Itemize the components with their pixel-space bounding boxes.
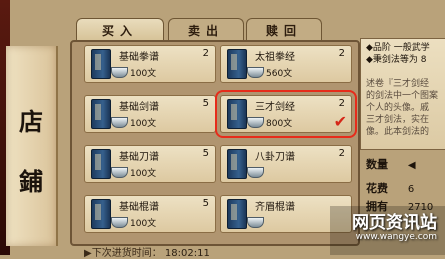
book-icon [91,99,111,129]
info-line: ◆品阶 一般武学 [366,43,430,53]
item-card-basic-staff-manual[interactable]: 基础棍谱 5 100文 [84,195,216,233]
item-quantity: 2 [338,98,345,109]
item-quantity: 5 [202,148,209,159]
shop-side-banner: 店 鋪 [6,46,58,246]
item-name: 基础拳谱 [119,52,159,63]
silver-ingot-icon [247,166,264,178]
item-quantity: 2 [202,48,209,59]
item-card-bagua-saber-manual[interactable]: 八卦刀谱 2 [220,145,352,183]
book-icon [227,49,247,79]
cost-label: 花费 [366,182,388,195]
silver-ingot-icon [247,216,264,228]
watermark-title: 网页资讯站 [352,213,437,233]
tab-sell[interactable]: 卖出 [168,18,244,41]
restock-timer: ▶下次进货时间： 18:02:11 [84,244,210,259]
item-price: 100文 [130,118,157,129]
watermark-url: www.wangye.com [355,232,437,242]
info-line: 像。此本剑法的 [366,127,430,137]
item-price: 100文 [130,168,157,179]
book-icon [91,49,111,79]
item-name: 八卦刀谱 [255,152,295,163]
item-price: 560文 [266,68,293,79]
item-card-basic-fist-manual[interactable]: 基础拳谱 2 100文 [84,45,216,83]
silver-ingot-icon [111,66,128,78]
silver-ingot-icon [247,116,264,128]
item-quantity: 5 [202,98,209,109]
quantity-row: 数量 ◀ [366,156,416,172]
item-card-basic-saber-manual[interactable]: 基础刀谱 5 100文 [84,145,216,183]
item-price: 100文 [130,68,157,79]
book-icon [227,99,247,129]
item-name: 基础剑谱 [119,102,159,113]
info-line: 述卷『三才剑经 [366,79,430,89]
item-info-panel: ◆品阶 一般武学 ◆秉剑法等为 8 述卷『三才剑经 的剑法中一个图案 个人的头像… [360,38,445,150]
item-quantity: 5 [202,198,209,209]
item-card-taizu-fist-manual[interactable]: 太祖拳经 2 560文 [220,45,352,83]
item-name: 基础刀谱 [119,152,159,163]
book-icon [227,149,247,179]
book-icon [91,199,111,229]
item-quantity: 2 [338,48,345,59]
item-quantity: 2 [338,148,345,159]
quantity-stepper[interactable]: ◀ [408,160,416,171]
item-name: 齐眉棍谱 [255,202,295,213]
tab-redeem[interactable]: 赎回 [246,18,322,41]
item-name: 基础棍谱 [119,202,159,213]
item-name: 三才剑经 [255,102,295,113]
cost-row: 花费 6 [366,180,414,196]
info-line: 个人的头像。戚 [366,103,430,113]
item-price: 800文 [266,118,293,129]
shop-title-char-2: 鋪 [19,167,43,196]
silver-ingot-icon [247,66,264,78]
info-line: 的剑法中一个图案 [366,91,439,101]
silver-ingot-icon [111,116,128,128]
quantity-label: 数量 [366,158,388,171]
tab-buy[interactable]: 买入 [76,18,164,41]
cost-value: 6 [407,184,415,195]
restock-timer-label: ▶下次进货时间： [84,248,162,259]
silver-ingot-icon [111,216,128,228]
book-icon [91,149,111,179]
silver-ingot-icon [111,166,128,178]
item-name: 太祖拳经 [255,52,295,63]
item-card-basic-sword-manual[interactable]: 基础剑谱 5 100文 [84,95,216,133]
book-icon [227,199,247,229]
selected-check-icon: ✔ [333,112,347,131]
info-line [366,66,445,78]
item-card-sancai-sword-manual[interactable]: 三才剑经 2 800文 ✔ [215,90,357,138]
info-line: 三才剑法，实在 [366,115,430,125]
info-line: ◆秉剑法等为 8 [366,55,427,65]
restock-timer-value: 18:02:11 [164,248,210,259]
item-price: 100文 [130,218,157,229]
shop-title-char-1: 店 [19,107,43,136]
